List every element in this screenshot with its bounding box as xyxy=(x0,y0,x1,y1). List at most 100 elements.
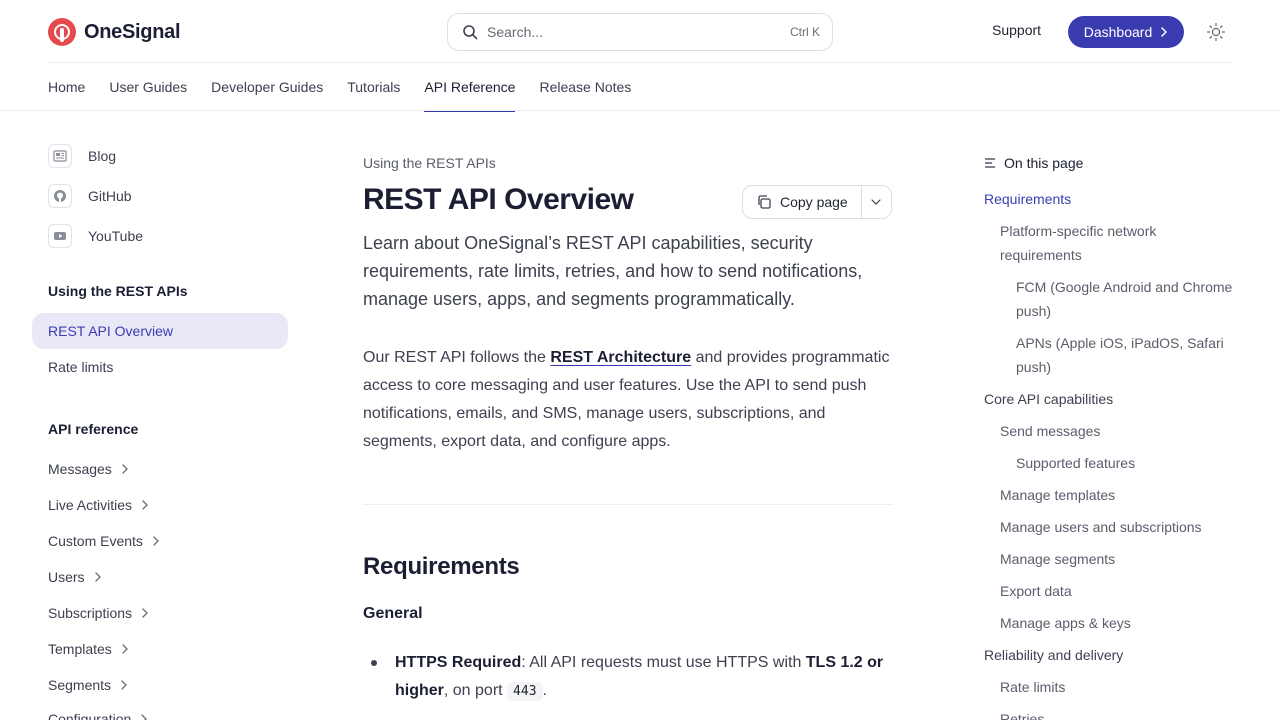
copy-page-button[interactable]: Copy page xyxy=(743,186,862,218)
search-icon xyxy=(463,25,478,40)
toc-item[interactable]: Requirements xyxy=(984,187,1071,211)
toc-item[interactable]: Manage users and subscriptions xyxy=(1000,515,1202,539)
sidebar-item-rate-limits[interactable]: Rate limits xyxy=(48,359,113,375)
toc-item[interactable]: Core API capabilities xyxy=(984,387,1113,411)
toc-item[interactable]: Platform-specific network requirements xyxy=(1000,219,1230,267)
support-link[interactable]: Support xyxy=(992,22,1041,38)
bullet-bold: HTTPS Required xyxy=(395,654,522,671)
copy-page-dropdown[interactable] xyxy=(862,186,891,218)
copy-page-group: Copy page xyxy=(742,185,892,219)
list-item: HTTPS Required: All API requests must us… xyxy=(371,649,893,706)
sidebar-item-segments[interactable]: Segments xyxy=(48,677,127,693)
sidebar-item-subscriptions[interactable]: Subscriptions xyxy=(48,605,148,621)
toc-item[interactable]: Manage segments xyxy=(1000,547,1115,571)
main-content: Using the REST APIs REST API Overview Co… xyxy=(363,111,893,720)
sidebar-link-label: Blog xyxy=(88,148,117,164)
sidebar-item-label: Configuration xyxy=(48,711,132,720)
toc-item[interactable]: Supported features xyxy=(1016,451,1135,475)
sidebar-link-label: YouTube xyxy=(88,228,144,244)
search-input[interactable]: Search... Ctrl K xyxy=(447,13,833,51)
tab-release-notes[interactable]: Release Notes xyxy=(539,63,631,111)
top-bar: OneSignal Search... Ctrl K Support Dashb… xyxy=(0,0,1280,63)
requirements-heading: Requirements xyxy=(363,553,520,580)
chevron-right-icon xyxy=(1161,27,1167,37)
page-title: REST API Overview xyxy=(363,183,634,216)
toc-item[interactable]: Manage templates xyxy=(1000,483,1115,507)
sidebar-link-label: GitHub xyxy=(88,188,132,204)
newspaper-icon xyxy=(48,144,72,168)
sidebar-item-rest-api-overview[interactable]: REST API Overview xyxy=(32,313,288,349)
list-icon xyxy=(985,158,995,168)
rest-architecture-link[interactable]: REST Architecture xyxy=(550,349,691,366)
toc-item[interactable]: FCM (Google Android and Chrome push) xyxy=(1016,275,1242,323)
sidebar-item-label: Live Activities xyxy=(48,497,133,513)
bullet-text: . xyxy=(542,682,547,699)
chevron-right-icon xyxy=(122,644,128,654)
section-divider xyxy=(363,504,893,505)
toc-item[interactable]: Rate limits xyxy=(1000,675,1065,699)
top-nav-tabs: Home User Guides Developer Guides Tutori… xyxy=(48,63,631,112)
sidebar-link-youtube[interactable]: YouTube xyxy=(48,224,143,248)
sidebar-item-label: Templates xyxy=(48,641,112,657)
copy-page-label: Copy page xyxy=(780,194,848,210)
sidebar-item-label: Rate limits xyxy=(48,359,114,375)
toc-item[interactable]: Retries xyxy=(1000,707,1044,720)
sidebar-item-label: Subscriptions xyxy=(48,605,133,621)
toc-item[interactable]: Manage apps & keys xyxy=(1000,611,1131,635)
onesignal-logo-icon xyxy=(48,18,76,46)
intro-paragraph: Our REST API follows the REST Architectu… xyxy=(363,344,893,456)
bullet-text: , on port xyxy=(443,682,508,699)
sidebar-link-blog[interactable]: Blog xyxy=(48,144,116,168)
logo-text: OneSignal xyxy=(84,20,181,43)
dashboard-button-label: Dashboard xyxy=(1083,24,1153,40)
sidebar-link-github[interactable]: GitHub xyxy=(48,184,132,208)
tab-api-reference[interactable]: API Reference xyxy=(424,63,516,112)
tab-tutorials[interactable]: Tutorials xyxy=(347,63,400,111)
breadcrumb[interactable]: Using the REST APIs xyxy=(363,155,496,171)
chevron-right-icon xyxy=(153,536,159,546)
toc-item[interactable]: Reliability and delivery xyxy=(984,643,1123,667)
chevron-right-icon xyxy=(121,680,127,690)
toc-heading: On this page xyxy=(984,155,1083,171)
sun-icon[interactable] xyxy=(1206,22,1226,42)
chevron-right-icon xyxy=(142,500,148,510)
page-description: Learn about OneSignal’s REST API capabil… xyxy=(363,233,863,309)
intro-text: Our REST API follows the xyxy=(363,349,551,366)
general-heading: General xyxy=(363,605,423,622)
sidebar-item-live-activities[interactable]: Live Activities xyxy=(48,497,148,513)
github-icon xyxy=(48,184,72,208)
tab-user-guides[interactable]: User Guides xyxy=(109,63,187,111)
sidebar-item-custom-events[interactable]: Custom Events xyxy=(48,533,159,549)
bullet-text: : All API requests must use HTTPS with xyxy=(521,654,806,671)
onesignal-logo[interactable]: OneSignal xyxy=(48,18,181,46)
sidebar-section-heading: Using the REST APIs xyxy=(48,283,188,299)
tab-developer-guides[interactable]: Developer Guides xyxy=(211,63,323,111)
sidebar-item-users[interactable]: Users xyxy=(48,569,101,585)
sidebar-item-label: Users xyxy=(48,569,85,585)
toc-item[interactable]: Export data xyxy=(1000,579,1072,603)
chevron-right-icon xyxy=(141,714,148,720)
chevron-right-icon xyxy=(122,464,128,474)
toc-item[interactable]: APNs (Apple iOS, iPadOS, Safari push) xyxy=(1016,331,1236,379)
dashboard-button[interactable]: Dashboard xyxy=(1068,16,1184,48)
chevron-down-icon xyxy=(871,199,881,205)
sidebar-item-messages[interactable]: Messages xyxy=(48,461,128,477)
youtube-icon xyxy=(48,224,72,248)
search-placeholder: Search... xyxy=(487,24,544,40)
sidebar-item-label: Segments xyxy=(48,677,112,693)
sidebar-item-configuration[interactable]: Configuration xyxy=(48,711,148,720)
table-of-contents: On this page Requirements Platform-speci… xyxy=(984,111,1244,720)
sidebar-item-label: Custom Events xyxy=(48,533,143,549)
sidebar-item-label: Messages xyxy=(48,461,112,477)
port-code: 443 xyxy=(507,682,543,701)
toc-item[interactable]: Send messages xyxy=(1000,419,1100,443)
search-shortcut: Ctrl K xyxy=(790,25,820,39)
chevron-right-icon xyxy=(142,608,148,618)
copy-icon xyxy=(758,195,771,209)
sidebar-item-templates[interactable]: Templates xyxy=(48,641,128,657)
sidebar-section-heading: API reference xyxy=(48,421,139,437)
tab-home[interactable]: Home xyxy=(48,63,85,111)
toc-heading-label: On this page xyxy=(1004,155,1084,171)
chevron-right-icon xyxy=(94,572,101,582)
left-sidebar: Blog GitHub YouTube Using the REST APIs … xyxy=(0,111,300,720)
